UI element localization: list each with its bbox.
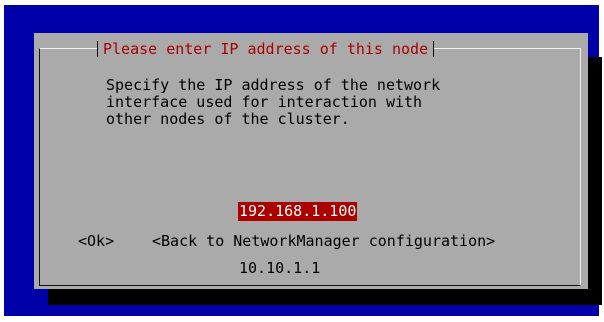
ip-option-10-10-1-1[interactable]: 10.10.1.1 — [238, 259, 357, 278]
ok-button[interactable]: <Ok> — [78, 233, 114, 250]
description-line: other nodes of the cluster. — [106, 110, 350, 128]
ip-address-dialog: Please enter IP address of this node Spe… — [34, 33, 588, 289]
dialog-title-bar: Please enter IP address of this node — [97, 40, 435, 58]
terminal-screen: Please enter IP address of this node Spe… — [4, 5, 602, 316]
description-line: Specify the IP address of the network — [106, 76, 441, 94]
dialog-description: Specify the IP address of the network in… — [106, 77, 440, 128]
description-line: interface used for interaction with — [106, 93, 423, 111]
ip-option-192-168-1-100[interactable]: 192.168.1.100 — [238, 202, 358, 221]
dialog-title: Please enter IP address of this node — [103, 40, 429, 58]
back-to-networkmanager-button[interactable]: <Back to NetworkManager configuration> — [152, 233, 495, 250]
